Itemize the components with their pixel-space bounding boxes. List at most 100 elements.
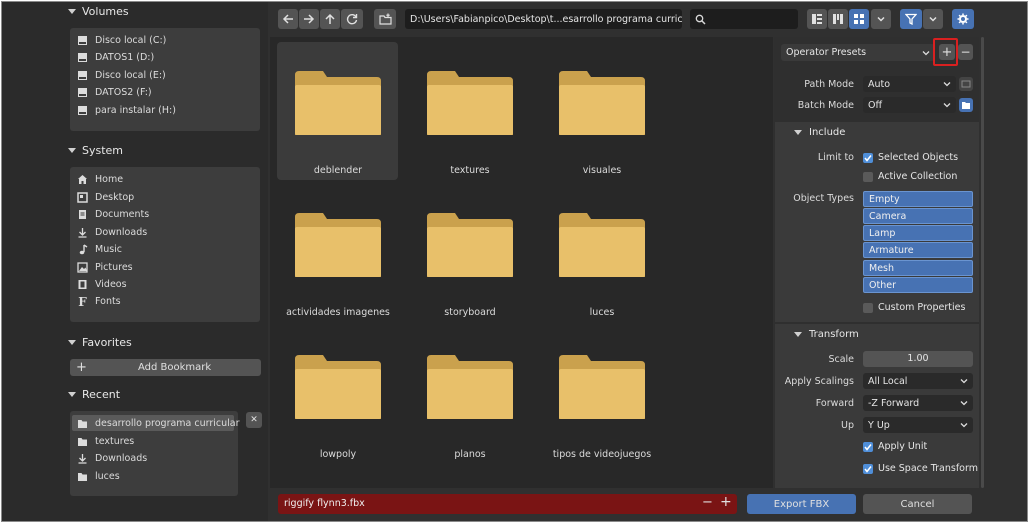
- batch-mode-value: Off: [868, 99, 883, 111]
- system-item-label: Desktop: [95, 192, 135, 203]
- recent-remove-button[interactable]: ✕: [246, 412, 262, 428]
- forward-dropdown[interactable]: -Z Forward: [863, 395, 973, 411]
- volume-item-d[interactable]: DATOS1 (D:): [77, 52, 154, 63]
- include-section-header[interactable]: Include: [794, 127, 845, 138]
- decrement-filename-button[interactable]: −: [702, 495, 713, 510]
- object-type-other[interactable]: Other: [863, 277, 973, 293]
- volume-item-h[interactable]: para instalar (H:): [77, 105, 176, 116]
- folder-label: storyboard: [444, 307, 496, 318]
- system-item-pictures[interactable]: Pictures: [77, 262, 133, 273]
- recent-item[interactable]: textures: [77, 436, 134, 447]
- selected-objects-checkbox[interactable]: Selected Objects: [863, 152, 958, 163]
- collapse-arrow-icon: [68, 340, 76, 345]
- folder-icon: [559, 355, 645, 419]
- transform-section-header[interactable]: Transform: [794, 329, 859, 340]
- path-mode-dropdown[interactable]: Auto: [863, 76, 956, 92]
- file-browser-window: Volumes Disco local (C:) DATOS1 (D:) Dis…: [1, 1, 1028, 522]
- volume-item-e[interactable]: Disco local (E:): [77, 70, 166, 81]
- favorites-header[interactable]: Favorites: [68, 336, 132, 349]
- batch-mode-label: Batch Mode: [797, 100, 854, 111]
- operator-presets-dropdown[interactable]: Operator Presets: [781, 44, 935, 61]
- folder-label: textures: [450, 165, 490, 176]
- parent-directory-button[interactable]: [320, 9, 340, 29]
- system-item-desktop[interactable]: Desktop: [77, 192, 134, 203]
- batch-mode-dropdown[interactable]: Off: [863, 97, 956, 113]
- display-options-dropdown[interactable]: [871, 9, 891, 29]
- panel-scrollbar[interactable]: [981, 37, 984, 488]
- display-horizontal-list-button[interactable]: [828, 9, 848, 29]
- add-bookmark-button[interactable]: + Add Bookmark: [70, 359, 261, 376]
- folder-item[interactable]: actividades imagenes: [278, 187, 398, 318]
- system-item-label: Videos: [95, 279, 127, 290]
- apply-scalings-dropdown[interactable]: All Local: [863, 373, 973, 389]
- object-type-armature[interactable]: Armature: [863, 242, 973, 258]
- folder-item[interactable]: visuales: [542, 45, 662, 176]
- list-vertical-icon: [812, 14, 822, 24]
- filter-options-dropdown[interactable]: [923, 9, 943, 29]
- system-item-documents[interactable]: Documents: [77, 209, 149, 220]
- forward-button[interactable]: [299, 9, 319, 29]
- path-mode-extra-button[interactable]: [959, 77, 973, 91]
- system-item-videos[interactable]: Videos: [77, 279, 127, 290]
- up-dropdown[interactable]: Y Up: [863, 417, 973, 433]
- new-folder-button[interactable]: [374, 9, 396, 29]
- volume-item-c[interactable]: Disco local (C:): [77, 35, 166, 46]
- display-vertical-list-button[interactable]: [807, 9, 827, 29]
- volume-label: Disco local (C:): [95, 35, 167, 46]
- folder-item[interactable]: planos: [410, 329, 530, 460]
- folder-item[interactable]: tipos de videojuegos: [542, 329, 662, 460]
- increment-filename-button[interactable]: +: [720, 494, 732, 510]
- batch-own-dir-button[interactable]: [959, 98, 973, 112]
- settings-toggle-button[interactable]: [952, 9, 974, 29]
- export-label: Export FBX: [773, 498, 830, 510]
- object-type-lamp[interactable]: Lamp: [863, 225, 973, 241]
- folder-item[interactable]: storyboard: [410, 187, 530, 318]
- volumes-header[interactable]: Volumes: [68, 5, 129, 18]
- recent-item-label: textures: [95, 436, 135, 447]
- system-item-fonts[interactable]: F Fonts: [77, 295, 120, 309]
- apply-unit-checkbox[interactable]: Apply Unit: [863, 441, 927, 452]
- recent-item[interactable]: luces: [77, 471, 120, 482]
- remove-preset-button[interactable]: −: [958, 44, 973, 60]
- apply-scalings-value: All Local: [868, 375, 908, 387]
- folder-label: planos: [454, 449, 486, 460]
- object-types-label: Object Types: [793, 193, 854, 204]
- folder-label: luces: [589, 307, 615, 318]
- forward-value: -Z Forward: [868, 397, 920, 409]
- export-fbx-button[interactable]: Export FBX: [747, 494, 856, 514]
- folder-item[interactable]: deblender: [278, 45, 398, 176]
- directory-path-field[interactable]: D:\Users\Fabianpico\Desktop\t...esarroll…: [405, 9, 682, 29]
- object-type-mesh[interactable]: Mesh: [863, 260, 973, 276]
- object-type-camera[interactable]: Camera: [863, 208, 973, 224]
- system-item-home[interactable]: Home: [77, 174, 123, 185]
- folder-icon: [427, 213, 513, 277]
- recent-header[interactable]: Recent: [68, 388, 120, 401]
- folder-icon: [77, 471, 88, 482]
- search-field[interactable]: [690, 9, 798, 29]
- back-button[interactable]: [278, 9, 298, 29]
- display-thumbnails-button[interactable]: [849, 9, 869, 29]
- refresh-button[interactable]: [341, 9, 363, 29]
- folder-icon: [962, 102, 970, 109]
- object-type-label: Empty: [869, 193, 900, 205]
- cancel-button[interactable]: Cancel: [863, 494, 972, 514]
- music-note-icon: [77, 244, 88, 255]
- system-item-music[interactable]: Music: [77, 244, 122, 255]
- system-item-downloads[interactable]: Downloads: [77, 227, 147, 238]
- volume-item-f[interactable]: DATOS2 (F:): [77, 87, 152, 98]
- filter-toggle-button[interactable]: [900, 9, 922, 29]
- custom-properties-checkbox[interactable]: Custom Properties: [863, 302, 965, 313]
- active-collection-checkbox[interactable]: Active Collection: [863, 171, 957, 182]
- scale-field[interactable]: 1.00: [863, 351, 973, 367]
- system-header[interactable]: System: [68, 144, 123, 157]
- folder-item[interactable]: textures: [410, 45, 530, 176]
- desktop-icon: [77, 192, 88, 203]
- folder-icon: [77, 436, 88, 447]
- recent-item[interactable]: Downloads: [77, 453, 147, 464]
- folder-item[interactable]: luces: [542, 187, 662, 318]
- use-space-transform-checkbox[interactable]: Use Space Transform: [863, 463, 978, 474]
- system-title: System: [82, 144, 124, 157]
- recent-item[interactable]: desarrollo programa curricular: [77, 418, 240, 429]
- folder-item[interactable]: lowpoly: [278, 329, 398, 460]
- object-type-empty[interactable]: Empty: [863, 191, 973, 207]
